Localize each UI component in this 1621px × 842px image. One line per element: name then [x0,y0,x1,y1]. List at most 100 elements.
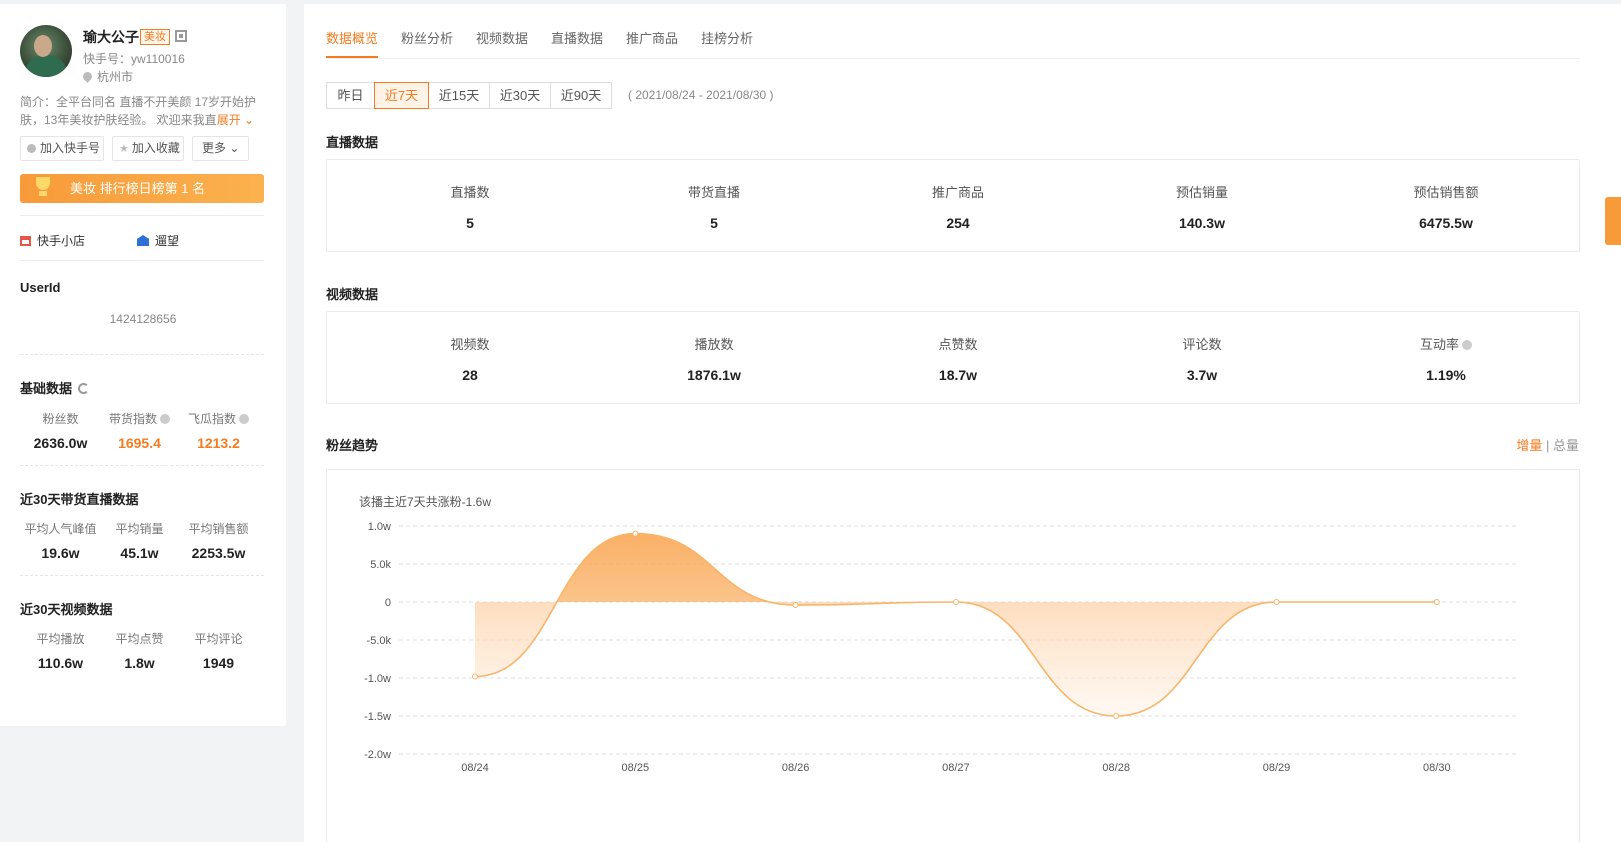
tab-products[interactable]: 推广商品 [626,28,678,47]
trophy-icon [34,177,52,197]
stat-avg-revenue: 平均销售额 2253.5w [188,522,249,561]
live-metrics-card: 直播数 5 带货直播 5 推广商品 254 预估销量 140.3w 预估销售额 6475.… [326,159,1580,252]
toggle-total[interactable]: 总量 [1553,438,1579,453]
range-15d[interactable]: 近15天 [428,82,490,109]
expand-link[interactable]: 展开 ⌄ [217,113,254,127]
area-positive [475,533,1437,602]
stat-fans: 粉丝数 2636.0w [33,412,88,451]
video30-title: 近30天视频数据 [20,602,113,617]
y-tick-label: -2.0w [364,749,391,761]
metric-live-count: 直播数 5 [450,185,490,231]
active-tab-indicator [326,56,378,58]
x-tick-label: 08/30 [1423,762,1451,774]
x-tick-label: 08/26 [782,762,810,774]
metric-video-count: 视频数 28 [450,337,490,383]
profile-name: 瑜大公子 [83,29,139,45]
tab-videos[interactable]: 视频数据 [476,28,528,47]
main-panel: 数据概览 粉丝分析 视频数据 直播数据 推广商品 挂榜分析 昨日 近7天 近15… [304,4,1621,842]
fans-trend-title: 粉丝趋势 [326,438,379,453]
add-kuaishou-button[interactable]: 加入快手号 [20,136,104,161]
divider [20,465,264,466]
video-metrics-card: 视频数 28 播放数 1876.1w 点赞数 18.7w 评论数 3.7w 互动率 1.1… [326,311,1580,404]
stat-avg-peak: 平均人气峰值 19.6w [24,522,97,561]
shop-link[interactable]: 快手小店 [20,232,85,249]
metric-est-revenue: 预估销售额 6475.5w [1413,185,1479,231]
y-tick-label: 1.0w [368,521,391,533]
data-point [472,673,478,680]
userid-value: 1424128656 [109,312,177,326]
other-link[interactable]: 遛望 [137,232,179,249]
kuaishou-id: 快手号：yw110016 [83,52,185,66]
x-tick-label: 08/29 [1263,762,1291,774]
y-tick-label: 0 [385,597,391,609]
rank-banner[interactable]: 美妆 排行榜日榜第 1 名 [20,174,264,203]
fans-trend-chart: 该播主近7天共涨粉-1.6w 1.0w 5.0k 0 -5.0k -1.0w -1.5w -… [326,469,1580,842]
star-icon: ★ [119,143,129,155]
x-tick-label: 08/24 [461,762,489,774]
metric-sales-live: 带货直播 5 [687,185,740,231]
data-point [1113,713,1120,719]
side-float-tab[interactable] [1605,197,1621,245]
trend-mode-toggle: 增量 | 总量 [1516,435,1579,454]
help-icon[interactable] [1462,340,1472,350]
qrcode-icon[interactable] [175,30,187,42]
data-point [1273,599,1280,605]
stat-feigua-index: 飞瓜指数 1213.2 [178,410,259,451]
sidebar: 瑜大公子 美妆 快手号：yw110016 杭州市 简介：全平台同名 直播不开美颜… [0,4,286,726]
divider [20,354,264,355]
metric-est-sales: 预估销量 140.3w [1175,185,1228,231]
tab-fans[interactable]: 粉丝分析 [401,28,453,47]
metric-engagement: 互动率 1.19% [1321,334,1571,383]
tab-live[interactable]: 直播数据 [551,28,603,47]
y-tick-label: -1.0w [364,673,391,685]
plus-circle-icon [27,144,36,153]
basic-data-title: 基础数据 [20,378,90,397]
metric-plays: 播放数 1876.1w [687,337,741,383]
profile-intro: 简介：全平台同名 直播不开美颜 17岁开始护肤，13年美妆护肤经验。 欢迎来我直… [20,93,265,129]
y-tick-label: -1.5w [364,711,391,723]
data-point [792,602,799,609]
data-point [952,599,959,605]
stat-avg-likes: 平均点赞 1.8w [115,632,164,671]
location: 杭州市 [81,68,134,85]
tab-rankings[interactable]: 挂榜分析 [701,28,753,47]
metric-likes: 点赞数 18.7w [938,337,978,383]
range-30d[interactable]: 近30天 [489,82,551,109]
category-tag: 美妆 [140,29,170,45]
stat-sales-index: 带货指数 1695.4 [99,410,180,451]
help-icon[interactable] [160,414,170,424]
x-tick-label: 08/27 [942,762,970,774]
stat-avg-plays: 平均播放 110.6w [36,632,85,671]
y-tick-label: 5.0k [370,559,391,571]
divider [20,215,264,216]
data-point [632,530,639,537]
range-yesterday[interactable]: 昨日 [326,82,375,109]
divider [20,575,264,576]
location-text: 杭州市 [97,70,134,84]
live30-title: 近30天带货直播数据 [20,492,139,507]
more-button[interactable]: 更多 ⌄ [192,136,249,161]
fans-trend-svg: 1.0w 5.0k 0 -5.0k -1.0w -1.5w -2.0w 08/24 08/25 0… [364,521,1517,774]
stat-avg-comments: 平均评论 1949 [194,632,243,671]
stat-avg-sales: 平均销量 45.1w [115,522,164,561]
tab-overview[interactable]: 数据概览 [326,28,378,47]
avatar[interactable] [20,25,72,77]
x-tick-label: 08/25 [622,762,650,774]
location-pin-icon [81,70,94,83]
range-90d[interactable]: 近90天 [550,82,612,109]
userid-title: UserId [20,280,61,295]
date-range-text: ( 2021/08/24 - 2021/08/30 ) [628,88,774,102]
x-tick-label: 08/28 [1102,762,1130,774]
tab-bar: 数据概览 粉丝分析 视频数据 直播数据 推广商品 挂榜分析 [326,4,1580,59]
toggle-separator: | [1545,438,1550,453]
shop-icon [20,236,31,246]
bank-icon [137,235,149,246]
help-icon[interactable] [239,414,249,424]
refresh-icon[interactable] [78,383,90,394]
range-7d[interactable]: 近7天 [374,82,429,109]
metric-products: 推广商品 254 [931,185,984,231]
toggle-increment[interactable]: 增量 [1516,438,1542,453]
add-favorite-button[interactable]: ★ 加入收藏 [112,136,184,161]
divider [20,260,264,261]
live-section-title: 直播数据 [326,135,379,150]
